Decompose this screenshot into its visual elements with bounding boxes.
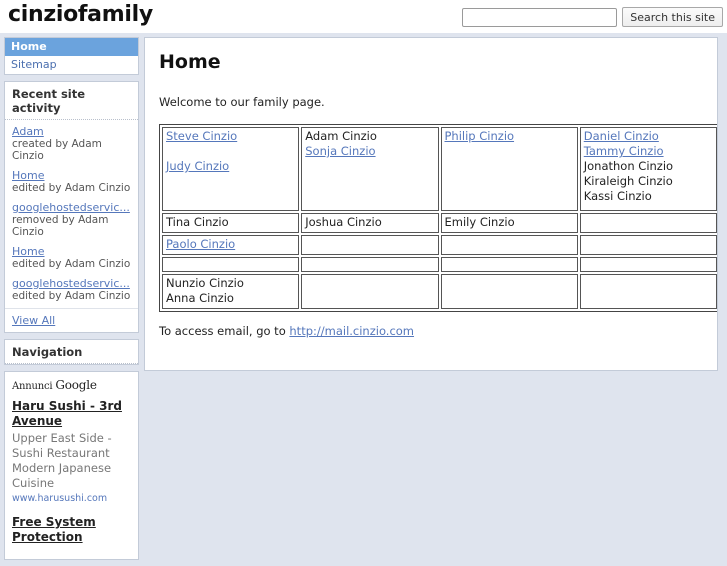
sidebar: Home Sitemap Recent site activity Adam c… (4, 37, 139, 566)
activity-link[interactable]: googlehostedservic... (12, 277, 131, 290)
email-note: To access email, go to http://mail.cinzi… (159, 324, 703, 339)
ad-item: Haru Sushi - 3rd Avenue Upper East Side … (12, 399, 131, 505)
site-title: cinziofamily (8, 2, 153, 27)
sidebar-item-sitemap[interactable]: Sitemap (5, 56, 138, 74)
search-input[interactable] (462, 7, 618, 27)
ad-item: Free System Protection (12, 515, 131, 545)
view-all-row: View All (5, 308, 138, 332)
table-cell: Philip Cinzio (440, 127, 578, 211)
table-row (162, 257, 717, 272)
cell-link[interactable]: Steve Cinzio (166, 129, 295, 144)
cell-text: Tina Cinzio (166, 215, 229, 229)
table-cell: Daniel Cinzio Tammy Cinzio Jonathon Cinz… (579, 127, 717, 211)
ad-title[interactable]: Free System Protection (12, 515, 131, 545)
list-item: googlehostedservic... edited by Adam Cin… (12, 277, 131, 302)
table-row: Steve Cinzio Judy Cinzio Adam Cinzio Son… (162, 127, 717, 211)
site-header: cinziofamily Search this site (0, 0, 727, 33)
activity-link[interactable]: Home (12, 245, 131, 258)
table-cell: Paolo Cinzio (162, 235, 300, 255)
recent-activity-list: Adam created by Adam Cinzio Home edited … (5, 120, 138, 308)
table-cell: Nunzio Cinzio Anna Cinzio (162, 274, 300, 309)
cell-text: Jonathon Cinzio (583, 159, 674, 173)
ads-label-prefix: Annunci (12, 381, 53, 392)
table-row: Nunzio Cinzio Anna Cinzio (162, 274, 717, 309)
cell-text: Kassi Cinzio (583, 189, 652, 203)
email-link[interactable]: http://mail.cinzio.com (289, 324, 414, 338)
table-cell: Adam Cinzio Sonja Cinzio (301, 127, 439, 211)
cell-link[interactable]: Philip Cinzio (445, 129, 574, 144)
cell-text: Kiraleigh Cinzio (583, 174, 673, 188)
table-cell (301, 257, 439, 272)
list-item: Home edited by Adam Cinzio (12, 169, 131, 194)
recent-activity-box: Recent site activity Adam created by Ada… (4, 81, 139, 333)
table-cell: Emily Cinzio (440, 213, 578, 233)
cell-link[interactable]: Daniel Cinzio (584, 129, 713, 144)
navigation-box: Navigation (4, 339, 139, 365)
list-item: googlehostedservic... removed by Adam Ci… (12, 201, 131, 238)
cell-link[interactable]: Tammy Cinzio (584, 144, 713, 159)
search-button[interactable]: Search this site (622, 7, 723, 27)
activity-meta: edited by Adam Cinzio (12, 182, 131, 194)
cell-text: Anna Cinzio (166, 291, 234, 305)
cell-text: Emily Cinzio (444, 215, 515, 229)
table-cell (579, 257, 717, 272)
email-note-prefix: To access email, go to (159, 324, 290, 338)
table-cell (440, 274, 578, 309)
family-table: Steve Cinzio Judy Cinzio Adam Cinzio Son… (159, 124, 717, 312)
table-row: Tina Cinzio Joshua Cinzio Emily Cinzio (162, 213, 717, 233)
google-logo-text: Google (55, 378, 97, 392)
cell-text: Joshua Cinzio (305, 215, 382, 229)
activity-meta: created by Adam Cinzio (12, 138, 102, 162)
table-row: Paolo Cinzio (162, 235, 717, 255)
sidebar-nav-box: Home Sitemap (4, 37, 139, 75)
list-item: Home edited by Adam Cinzio (12, 245, 131, 270)
table-cell (440, 235, 578, 255)
ad-description: Upper East Side - Sushi Restaurant Moder… (12, 431, 112, 490)
ad-url[interactable]: www.harusushi.com (12, 492, 131, 505)
table-cell (440, 257, 578, 272)
family-table-body: Steve Cinzio Judy Cinzio Adam Cinzio Son… (162, 127, 717, 309)
cell-text: Nunzio Cinzio (166, 276, 244, 290)
cell-text: Adam Cinzio (305, 129, 377, 143)
cell-link[interactable]: Sonja Cinzio (305, 144, 434, 159)
activity-meta: edited by Adam Cinzio (12, 258, 131, 270)
navigation-heading: Navigation (5, 340, 138, 364)
table-cell: Steve Cinzio Judy Cinzio (162, 127, 300, 211)
list-item: Adam created by Adam Cinzio (12, 125, 131, 162)
view-all-link[interactable]: View All (12, 314, 55, 327)
ads-label: Annunci Google (12, 378, 131, 392)
cell-link[interactable]: Paolo Cinzio (166, 237, 295, 252)
search-area: Search this site (462, 7, 723, 27)
table-cell: Tina Cinzio (162, 213, 300, 233)
table-cell (579, 235, 717, 255)
cell-spacer (166, 144, 295, 159)
table-cell (162, 257, 300, 272)
activity-meta: removed by Adam Cinzio (12, 214, 109, 238)
table-cell (579, 213, 717, 233)
activity-link[interactable]: googlehostedservic... (12, 201, 131, 214)
table-cell (301, 274, 439, 309)
page-title: Home (159, 51, 221, 73)
activity-link[interactable]: Adam (12, 125, 131, 138)
activity-meta: edited by Adam Cinzio (12, 290, 131, 302)
table-cell (579, 274, 717, 309)
ad-title[interactable]: Haru Sushi - 3rd Avenue (12, 399, 131, 429)
intro-text: Welcome to our family page. (159, 95, 325, 109)
table-cell (301, 235, 439, 255)
recent-activity-heading: Recent site activity (5, 82, 138, 120)
content-panel: Home Welcome to our family page. Steve C… (144, 37, 718, 371)
page-body: Home Sitemap Recent site activity Adam c… (0, 33, 727, 560)
cell-link[interactable]: Judy Cinzio (166, 159, 295, 174)
sidebar-item-home[interactable]: Home (5, 38, 138, 56)
table-cell: Joshua Cinzio (301, 213, 439, 233)
activity-link[interactable]: Home (12, 169, 131, 182)
google-ads-box: Annunci Google Haru Sushi - 3rd Avenue U… (4, 371, 139, 560)
